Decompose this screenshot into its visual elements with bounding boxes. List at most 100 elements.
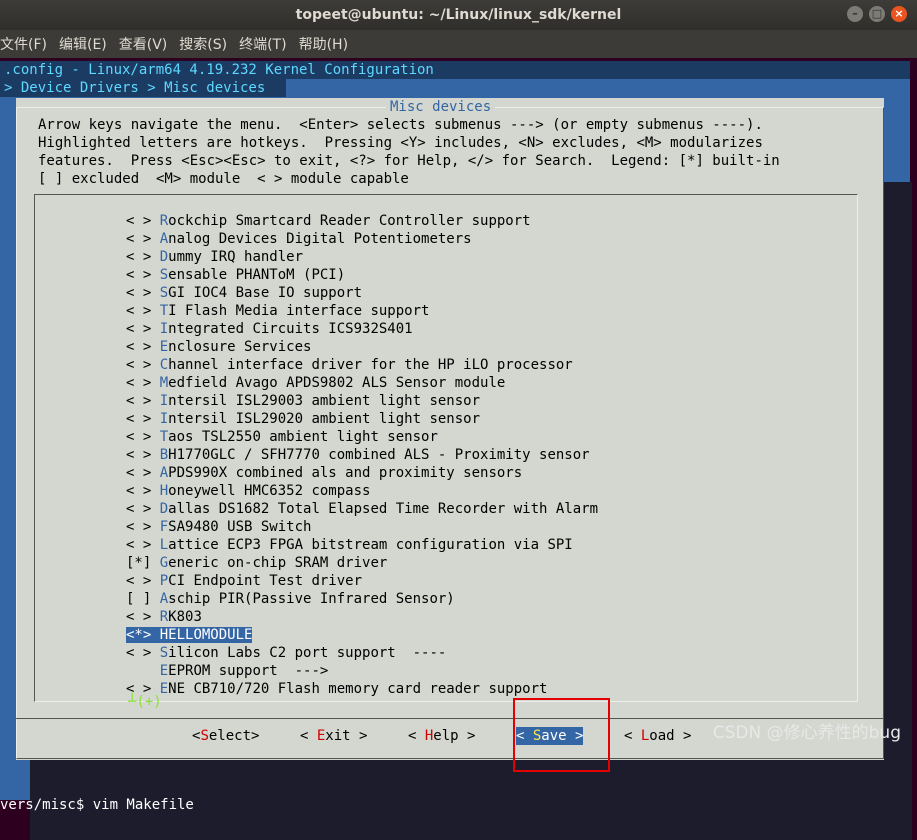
menu-entry[interactable]: < > Sensable PHANToM (PCI) (126, 266, 345, 284)
menu-entry-hotkey: A (159, 591, 169, 607)
menu-entry[interactable]: < > Enclosure Services (126, 338, 311, 356)
menu-entry[interactable]: < > Taos TSL2550 ambient light sensor (126, 428, 438, 446)
menu-entry-hotkey: S (159, 645, 169, 661)
breadcrumb: > Device Drivers > Misc devices (0, 79, 286, 97)
menu-entry-state[interactable]: < > (126, 357, 160, 373)
menu-entry-state[interactable]: < > (126, 339, 160, 355)
menu-terminal[interactable]: 终端(T) (239, 34, 292, 54)
menu-entry[interactable]: < > FSA9480 USB Switch (126, 518, 311, 536)
menu-entry[interactable]: [*] Generic on-chip SRAM driver (126, 554, 387, 572)
menu-entry-hotkey: D (159, 249, 169, 265)
menu-entry-label: ummy IRQ handler (168, 249, 304, 265)
menu-entry[interactable]: < > BH1770GLC / SFH7770 combined ALS - P… (126, 446, 590, 464)
menu-entry-label: oneywell HMC6352 compass (168, 483, 371, 499)
menu-entry-state[interactable]: [*] (126, 555, 160, 571)
button-label: elect> (208, 728, 260, 744)
help-button[interactable]: < Help > (408, 727, 475, 745)
minimize-icon[interactable]: – (847, 6, 863, 22)
menu-search[interactable]: 搜索(S) (179, 34, 233, 54)
menu-entry-state[interactable]: < > (126, 537, 160, 553)
button-label: oad > (649, 728, 692, 744)
menu-entry[interactable]: < > Medfield Avago APDS9802 ALS Sensor m… (126, 374, 505, 392)
menu-entry-text: < > Intersil ISL29020 ambient light sens… (126, 411, 480, 427)
help-text-line: Highlighted letters are hotkeys. Pressin… (38, 135, 763, 151)
menu-entry[interactable]: < > TI Flash Media interface support (126, 302, 429, 320)
menu-entry-state[interactable]: < > (126, 231, 160, 247)
menu-entry[interactable]: < > SGI IOC4 Base IO support (126, 284, 362, 302)
menu-entry-state[interactable]: < > (126, 483, 160, 499)
menu-entry[interactable]: <*> HELLOMODULE (126, 626, 253, 644)
close-icon[interactable]: × (891, 6, 907, 22)
menu-view[interactable]: 查看(V) (119, 34, 174, 54)
menu-entry-hotkey: E (159, 339, 169, 355)
menu-entry-text: EEPROM support ---> (126, 663, 329, 679)
menu-entry-state[interactable] (126, 663, 160, 679)
menu-entry-state[interactable]: < > (126, 447, 160, 463)
menu-entry-state[interactable]: < > (126, 609, 160, 625)
menu-entry[interactable]: < > Lattice ECP3 FPGA bitstream configur… (126, 536, 573, 554)
menu-entry-state[interactable]: < > (126, 393, 160, 409)
menu-entry-label: SA9480 USB Switch (168, 519, 312, 535)
menu-entry[interactable]: < > PCI Endpoint Test driver (126, 572, 362, 590)
menu-entry[interactable]: < > Channel interface driver for the HP … (126, 356, 573, 374)
menu-entry-state[interactable]: < > (126, 249, 160, 265)
menu-entry-state[interactable]: < > (126, 285, 160, 301)
menu-entry-state[interactable]: < > (126, 303, 160, 319)
menu-entry[interactable]: < > Rockchip Smartcard Reader Controller… (126, 212, 531, 230)
menu-entry[interactable]: [ ] Aschip PIR(Passive Infrared Sensor) (126, 590, 455, 608)
menu-entry-state[interactable]: < > (126, 411, 160, 427)
menu-entry-hotkey: A (159, 465, 169, 481)
menu-entry-label: ntersil ISL29020 ambient light sensor (168, 411, 481, 427)
load-button[interactable]: < Load > (624, 727, 691, 745)
menu-entry-state[interactable]: < > (126, 465, 160, 481)
menu-entry-text: [*] Generic on-chip SRAM driver (126, 555, 387, 571)
menu-entry[interactable]: < > Honeywell HMC6352 compass (126, 482, 370, 500)
menu-entry[interactable]: < > Dallas DS1682 Total Elapsed Time Rec… (126, 500, 598, 518)
menu-entry[interactable]: < > Analog Devices Digital Potentiometer… (126, 230, 472, 248)
menu-entry[interactable]: EEPROM support ---> (126, 662, 329, 680)
select-button[interactable]: <Select> (192, 727, 259, 745)
menu-entry-state[interactable]: < > (126, 213, 160, 229)
menu-entry-text: < > Analog Devices Digital Potentiometer… (126, 231, 472, 247)
menu-entry[interactable]: < > Dummy IRQ handler (126, 248, 303, 266)
menu-entry[interactable]: < > RK803 (126, 608, 202, 626)
menu-entry-label: schip PIR(Passive Infrared Sensor) (168, 591, 455, 607)
window-titlebar[interactable]: topeet@ubuntu: ~/Linux/linux_sdk/kernel … (0, 0, 917, 30)
menu-entry-hotkey: H (159, 483, 169, 499)
menu-entry-state[interactable]: [ ] (126, 591, 160, 607)
button-bracket: < (408, 728, 425, 744)
menu-entry-text: < > Enclosure Services (126, 339, 311, 355)
menu-entry-state[interactable]: < > (126, 267, 160, 283)
menu-entry[interactable]: < > Intersil ISL29020 ambient light sens… (126, 410, 480, 428)
menu-edit[interactable]: 编辑(E) (59, 34, 113, 54)
menu-entry-label: edfield Avago APDS9802 ALS Sensor module (168, 375, 506, 391)
menu-entry-label: allas DS1682 Total Elapsed Time Recorder… (168, 501, 599, 517)
menu-entry-hotkey: M (159, 375, 169, 391)
menu-entry-hotkey: E (159, 663, 169, 679)
menu-entry-text: < > Taos TSL2550 ambient light sensor (126, 429, 438, 445)
menu-entry-state[interactable]: < > (126, 573, 160, 589)
menu-entry-state[interactable]: < > (126, 321, 160, 337)
menu-entry-state[interactable]: < > (126, 519, 160, 535)
terminal-area[interactable]: .config - Linux/arm64 4.19.232 Kernel Co… (0, 58, 917, 840)
exit-button[interactable]: < Exit > (300, 727, 367, 745)
menu-entry[interactable]: < > Intersil ISL29003 ambient light sens… (126, 392, 480, 410)
menu-entry-state[interactable]: <*> (126, 627, 160, 643)
menu-entry-label: GI IOC4 Base IO support (168, 285, 363, 301)
menu-entry-label: EPROM support ---> (168, 663, 329, 679)
menu-entry-state[interactable]: < > (126, 375, 160, 391)
help-text-line: [ ] excluded <M> module < > module capab… (38, 171, 409, 187)
menu-entry[interactable]: < > APDS990X combined als and proximity … (126, 464, 522, 482)
menu-help[interactable]: 帮助(H) (299, 34, 354, 54)
menu-entry[interactable]: < > ENE CB710/720 Flash memory card read… (126, 680, 547, 698)
menu-entry-label: K803 (168, 609, 202, 625)
menu-entry-text: [ ] Aschip PIR(Passive Infrared Sensor) (126, 591, 455, 607)
menu-entry-state[interactable]: < > (126, 645, 160, 661)
menu-entry[interactable]: < > Integrated Circuits ICS932S401 (126, 320, 413, 338)
menu-file[interactable]: 文件(F) (0, 34, 53, 54)
menu-entry-state[interactable]: < > (126, 501, 160, 517)
menu-entry[interactable]: < > Silicon Labs C2 port support ---- (126, 644, 446, 662)
maximize-icon[interactable]: □ (869, 6, 885, 22)
menu-entry-hotkey: S (159, 285, 169, 301)
menu-entry-state[interactable]: < > (126, 429, 160, 445)
